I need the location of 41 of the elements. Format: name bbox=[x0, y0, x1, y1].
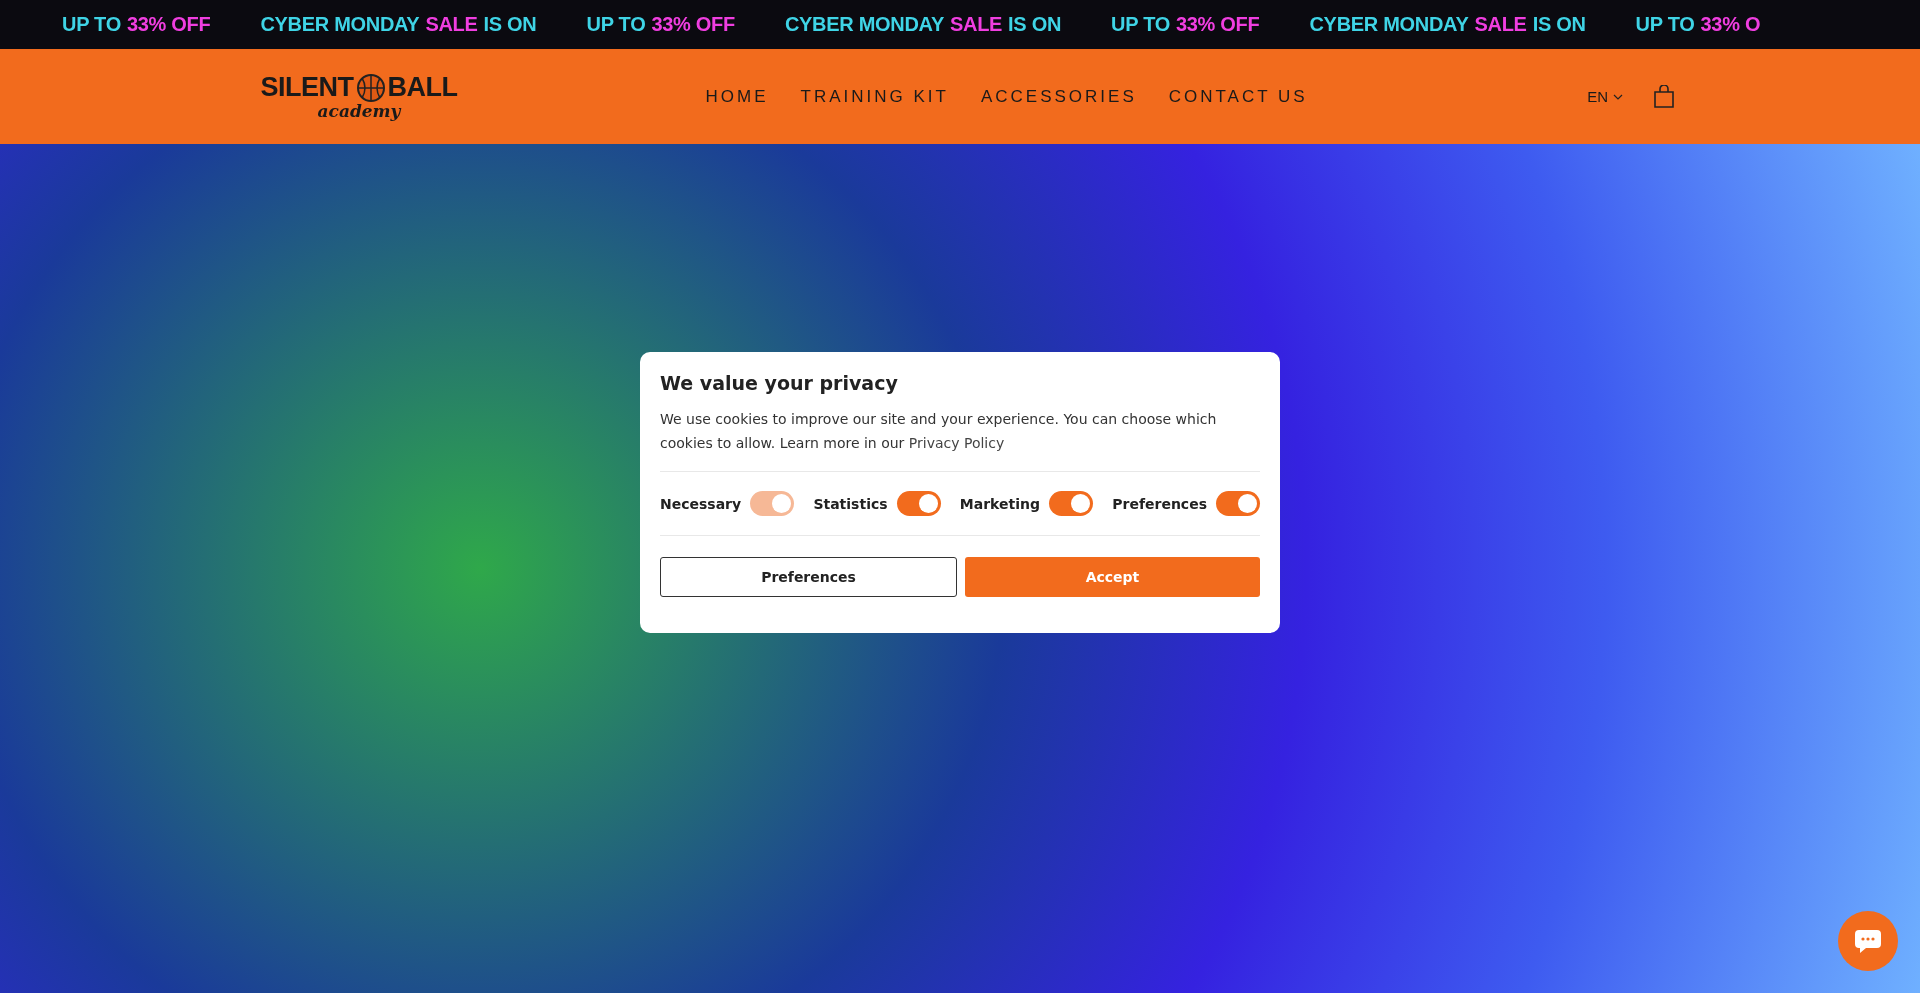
toggle-switch[interactable] bbox=[1049, 491, 1093, 516]
language-selector[interactable]: EN bbox=[1587, 88, 1623, 105]
promo-text: 33% OFF bbox=[126, 13, 211, 36]
toggle-switch[interactable] bbox=[1216, 491, 1260, 516]
promo-text: UP TO bbox=[1635, 13, 1695, 36]
basketball-icon bbox=[355, 72, 386, 103]
privacy-policy-link[interactable]: Privacy Policy bbox=[908, 435, 1005, 451]
chevron-down-icon bbox=[1613, 92, 1623, 101]
dialog-title: We value your privacy bbox=[660, 372, 899, 394]
promo-text: CYBER MONDAY bbox=[784, 13, 944, 36]
toggle-label: Marketing bbox=[959, 495, 1040, 512]
chat-button[interactable] bbox=[1838, 911, 1898, 971]
promo-text: 33% OFF bbox=[1175, 13, 1260, 36]
promo-text: UP TO bbox=[586, 13, 646, 36]
nav-link[interactable]: CONTACT US bbox=[1168, 82, 1308, 111]
promo-text: UP TO bbox=[1111, 13, 1170, 36]
logo-text: BALL bbox=[387, 72, 458, 103]
promo-text: IS ON bbox=[1532, 13, 1586, 36]
nav-link[interactable]: ACCESSORIES bbox=[980, 82, 1137, 111]
promo-text: SALE bbox=[425, 13, 478, 36]
promo-text: CYBER MONDAY bbox=[1309, 13, 1469, 36]
nav-link[interactable]: TRAINING KIT bbox=[800, 82, 949, 111]
preferences-button[interactable]: Preferences bbox=[660, 557, 957, 597]
promo-text: CYBER MONDAY bbox=[260, 13, 420, 36]
promo-text: SALE bbox=[1474, 13, 1527, 36]
toggle-label: Necessary bbox=[660, 495, 742, 512]
toggle-switch[interactable] bbox=[896, 491, 941, 516]
promo-text: IS ON bbox=[483, 13, 537, 36]
promo-text: 33% OFF bbox=[651, 13, 735, 36]
promo-text: 33% O bbox=[1700, 13, 1761, 36]
logo-text: SILENT bbox=[260, 72, 354, 103]
promo-text: UP TO bbox=[62, 13, 121, 36]
logo-tagline: academy bbox=[317, 101, 401, 121]
promo-text: IS ON bbox=[1008, 13, 1062, 36]
promo-text: SALE bbox=[949, 13, 1003, 36]
toggle-label: Statistics bbox=[813, 495, 888, 512]
toggle-label: Preferences bbox=[1112, 495, 1207, 512]
shopping-bag-icon[interactable] bbox=[1653, 84, 1675, 109]
dialog-text: We use cookies to improve our site and your experience. You can choose which cookies to allow. Learn more in our Privacy Policy bbox=[660, 410, 1218, 453]
accept-button[interactable]: Accept bbox=[965, 557, 1260, 597]
nav-link[interactable]: HOME bbox=[705, 82, 769, 111]
